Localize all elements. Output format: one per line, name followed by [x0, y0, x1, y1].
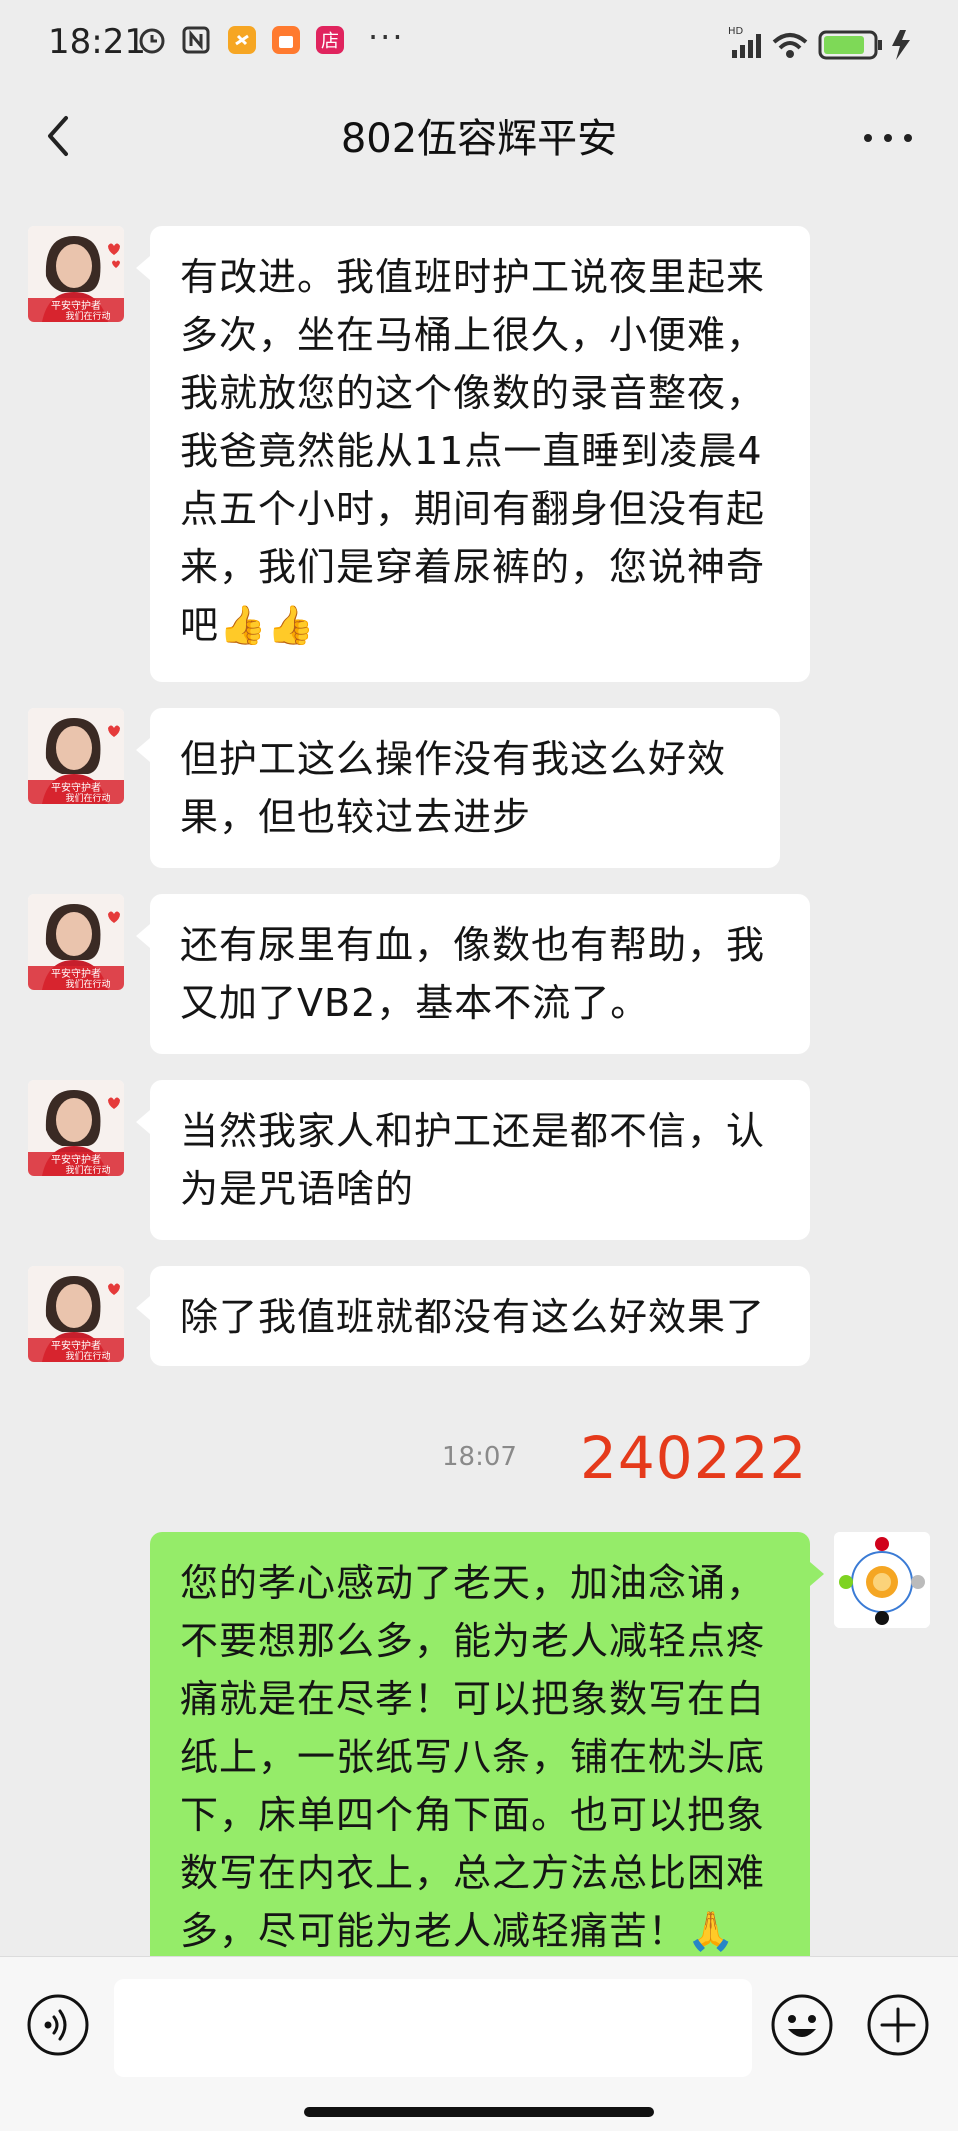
avatar-image: 平安守护者 我们在行动 — [28, 1266, 124, 1362]
svg-text:平安守护者: 平安守护者 — [51, 781, 101, 794]
svg-text:店: 店 — [321, 31, 339, 52]
svg-text:平安守护者: 平安守护者 — [51, 299, 101, 312]
message-time: 18:07 — [442, 1442, 517, 1472]
avatar[interactable]: 平安守护者 我们在行动 — [28, 1266, 124, 1362]
message-bubble[interactable]: 有改进。我值班时护工说夜里起来 多次，坐在马桶上很久，小便难， 我就放您的这个像… — [136, 226, 810, 682]
avatar[interactable]: 平安守护者 我们在行动 — [28, 1080, 124, 1176]
message-bubble[interactable]: 还有尿里有血，像数也有帮助，我 又加了VB2，基本不流了。 — [136, 894, 810, 1054]
date-stamp: 240222 — [580, 1424, 808, 1492]
avatar[interactable]: 平安守护者 我们在行动 — [28, 708, 124, 804]
svg-text:平安守护者: 平安守护者 — [51, 967, 101, 980]
message-bubble[interactable]: 当然我家人和护工还是都不信，认 为是咒语啥的 — [136, 1080, 810, 1240]
plus-button[interactable] — [866, 1993, 930, 2057]
shopping-icon — [272, 26, 300, 54]
svg-text:我们在行动: 我们在行动 — [65, 1350, 110, 1362]
message-bubble[interactable]: 除了我值班就都没有这么好效果了 — [136, 1266, 810, 1366]
status-more: ··· — [368, 18, 405, 56]
avatar[interactable]: 平安守护者 我们在行动 — [28, 226, 124, 322]
svg-text:平安守护者: 平安守护者 — [51, 1339, 101, 1352]
nfc-icon — [182, 26, 210, 54]
message-bubble-self[interactable]: 您的孝心感动了老天，加油念诵， 不要想那么多，能为老人减轻点疼 痛就是在尽孝！可… — [150, 1532, 824, 1956]
message-bubble[interactable]: 但护工这么操作没有我这么好效 果，但也较过去进步 — [136, 708, 780, 868]
status-bar: 18:21 店 ··· HD — [0, 0, 958, 88]
svg-text:我们在行动: 我们在行动 — [65, 310, 110, 322]
avatar-image — [834, 1532, 930, 1628]
input-bar — [0, 1956, 958, 2131]
avatar[interactable]: 平安守护者 我们在行动 — [28, 894, 124, 990]
alarm-icon — [139, 28, 165, 54]
chat-header: 802伍容辉平安 — [0, 88, 958, 184]
home-indicator — [304, 2107, 654, 2117]
avatar-image: 平安守护者 我们在行动 — [28, 1080, 124, 1176]
network-hd-label: HD — [728, 26, 744, 37]
status-time: 18:21 — [48, 22, 146, 62]
svg-text:平安守护者: 平安守护者 — [51, 1153, 101, 1166]
message-input[interactable] — [114, 1979, 752, 2077]
svg-text:我们在行动: 我们在行动 — [65, 792, 110, 804]
signal-wifi-battery: HD — [728, 26, 910, 60]
avatar-image: 平安守护者 我们在行动 — [28, 226, 124, 322]
app-icon — [228, 26, 256, 54]
my-avatar[interactable] — [834, 1532, 930, 1628]
message-list[interactable]: 平安守护者 我们在行动 平安守护者 我们在行动 平安守护者 我们在行动 平安守护… — [0, 184, 958, 1956]
svg-text:我们在行动: 我们在行动 — [65, 1164, 110, 1176]
avatar-image: 平安守护者 我们在行动 — [28, 894, 124, 990]
more-button[interactable] — [858, 108, 918, 168]
svg-text:我们在行动: 我们在行动 — [65, 978, 110, 990]
store-icon: 店 — [316, 26, 344, 54]
emoji-button[interactable] — [770, 1993, 834, 2057]
voice-button[interactable] — [26, 1993, 90, 2057]
chat-title: 802伍容辉平安 — [340, 116, 618, 162]
avatar-image: 平安守护者 我们在行动 — [28, 708, 124, 804]
